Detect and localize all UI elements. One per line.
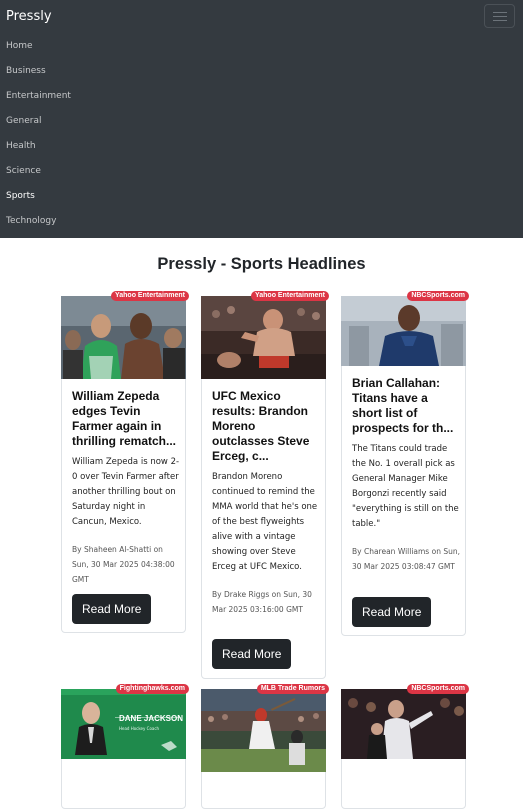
- news-image[interactable]: [341, 296, 466, 366]
- nav-link-home[interactable]: Home: [6, 41, 33, 51]
- nav-item-entertainment: Entertainment: [6, 83, 71, 108]
- card-body: Brian Callahan: Titans have a short list…: [352, 376, 460, 574]
- news-card: Yahoo Entertainment William Zepeda edges…: [61, 291, 189, 633]
- card-description: Brandon Moreno continued to remind the M…: [212, 472, 318, 572]
- news-image[interactable]: [341, 689, 466, 759]
- news-card: NBCSports.com Brian Callahan: Titans hav…: [341, 291, 469, 636]
- nav-link-business[interactable]: Business: [6, 66, 46, 76]
- news-card: Yahoo Entertainment UFC Mexico results: …: [201, 291, 329, 679]
- page-title: Pressly - Sports Headlines: [157, 255, 366, 273]
- card-title: Brian Callahan: Titans have a short list…: [352, 376, 454, 435]
- nav-item-business: Business: [6, 58, 71, 83]
- nav-link-sports[interactable]: Sports: [6, 191, 35, 201]
- news-card: MLB Trade Rumors: [201, 684, 329, 809]
- news-image[interactable]: [201, 296, 326, 379]
- news-image[interactable]: [201, 689, 326, 772]
- card-body: William Zepeda edges Tevin Farmer again …: [72, 389, 180, 587]
- nav-item-home: Home: [6, 33, 71, 58]
- hamburger-icon: [493, 12, 507, 13]
- card-title: UFC Mexico results: Brandon Moreno outcl…: [212, 389, 310, 463]
- brand-logo[interactable]: Pressly: [6, 9, 52, 24]
- card-meta: By Drake Riggs on Sun, 30 Mar 2025 03:16…: [212, 590, 312, 614]
- card-body: UFC Mexico results: Brandon Moreno outcl…: [212, 389, 320, 617]
- news-card: NBCSports.com: [341, 684, 469, 809]
- source-badge: Yahoo Entertainment: [110, 291, 189, 301]
- nav-link-technology[interactable]: Technology: [6, 216, 56, 226]
- card-title: William Zepeda edges Tevin Farmer again …: [72, 389, 177, 448]
- news-image[interactable]: DANE JACKSON Head Hockey Coach: [61, 689, 186, 759]
- read-more-button[interactable]: Read More: [352, 597, 432, 627]
- navbar: Pressly Home Business Entertainment Gene…: [0, 0, 523, 238]
- source-badge: Yahoo Entertainment: [250, 291, 329, 301]
- image-caption: DANE JACKSON: [119, 714, 184, 723]
- nav-item-health: Health: [6, 133, 71, 158]
- card-meta: By Charean Williams on Sun, 30 Mar 2025 …: [352, 547, 460, 571]
- nav-item-general: General: [6, 108, 71, 133]
- news-image[interactable]: [61, 296, 186, 379]
- card-description: William Zepeda is now 2-0 over Tevin Far…: [72, 457, 180, 527]
- nav-item-sports: Sports: [6, 183, 71, 208]
- nav-link-entertainment[interactable]: Entertainment: [6, 91, 71, 101]
- navbar-toggler-button[interactable]: [484, 4, 515, 28]
- read-more-button[interactable]: Read More: [212, 639, 292, 669]
- card-description: The Titans could trade the No. 1 overall…: [352, 444, 459, 529]
- image-subcaption: Head Hockey Coach: [119, 726, 160, 731]
- card-meta: By Shaheen Al-Shatti on Sun, 30 Mar 2025…: [72, 545, 175, 584]
- source-badge: MLB Trade Rumors: [256, 684, 329, 694]
- nav-item-science: Science: [6, 158, 71, 183]
- read-more-button[interactable]: Read More: [72, 594, 152, 624]
- nav-menu: Home Business Entertainment General Heal…: [6, 33, 71, 233]
- source-badge: NBCSports.com: [407, 291, 469, 301]
- nav-item-technology: Technology: [6, 208, 71, 233]
- source-badge: Fightinghawks.com: [115, 684, 189, 694]
- source-badge: NBCSports.com: [407, 684, 469, 694]
- nav-link-science[interactable]: Science: [6, 166, 41, 176]
- nav-link-general[interactable]: General: [6, 116, 41, 126]
- news-card: Fightinghawks.com DANE JACKSON Head Hock…: [61, 684, 189, 809]
- nav-link-health[interactable]: Health: [6, 141, 36, 151]
